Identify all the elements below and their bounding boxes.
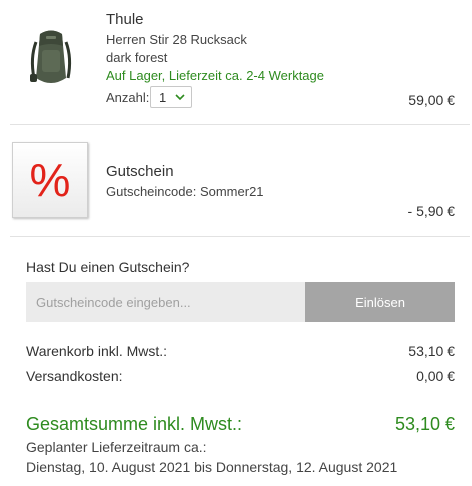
delivery-label: Geplanter Lieferzeitraum ca.: [26,439,207,455]
coupon-question: Hast Du einen Gutschein? [26,259,190,275]
shipping-label: Versandkosten: [26,368,123,384]
shipping-value: 0,00 € [416,368,455,384]
delivery-range: Dienstag, 10. August 2021 bis Donnerstag… [26,459,398,475]
backpack-icon [30,30,72,83]
voucher-icon: % [12,142,88,218]
divider [10,124,470,125]
voucher-code: Gutscheincode: Sommer21 [106,184,264,199]
quantity-label: Anzahl: [106,90,150,105]
coupon-code-input[interactable] [26,282,305,322]
redeem-button[interactable]: Einlösen [305,282,455,322]
availability-status: Auf Lager, Lieferzeit ca. 2-4 Werktage [106,68,324,83]
grand-total-label: Gesamtsumme inkl. Mwst.: [26,414,243,434]
percent-icon: % [29,154,71,206]
grand-total-value: 53,10 € [394,414,455,434]
product-price: 59,00 € [408,92,455,108]
product-color: dark forest [106,50,168,65]
divider [10,236,470,237]
chevron-down-icon [175,94,185,101]
product-brand[interactable]: Thule [106,11,144,28]
voucher-price: - 5,90 € [407,203,455,219]
cart-total-value: 53,10 € [408,343,455,359]
quantity-select[interactable]: 1 [150,86,192,108]
voucher-title: Gutschein [106,163,174,180]
product-image[interactable] [26,28,76,92]
quantity-value: 1 [159,89,167,105]
product-name[interactable]: Herren Stir 28 Rucksack [106,32,247,47]
cart-total-label: Warenkorb inkl. Mwst.: [26,343,168,359]
